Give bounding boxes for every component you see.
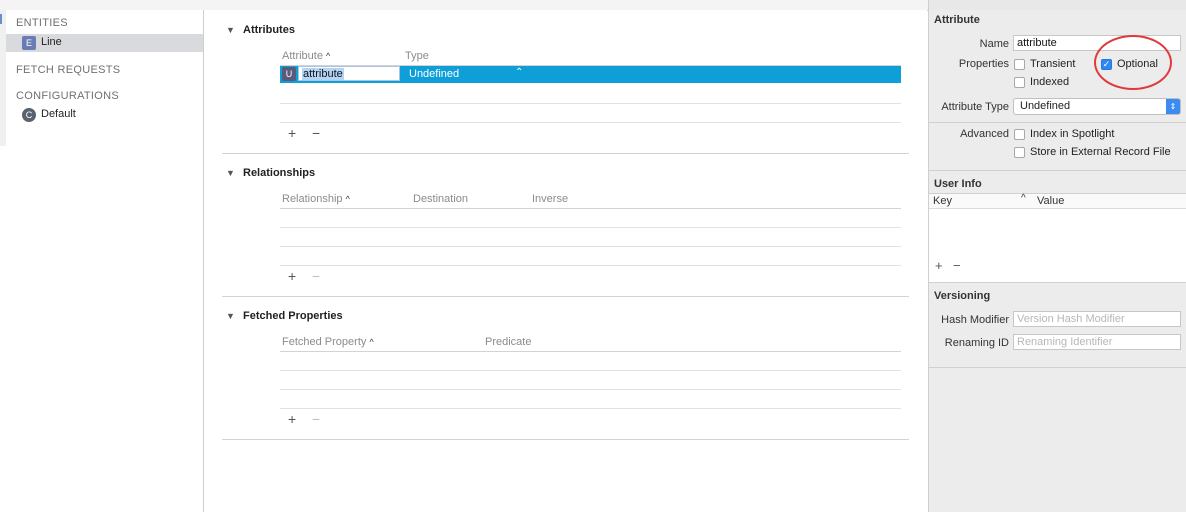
column-header-label: Fetched Property [282, 336, 367, 348]
fetched-properties-title: Fetched Properties [243, 310, 343, 322]
name-label: Name [979, 38, 1009, 50]
column-header-key[interactable]: Key [933, 195, 952, 207]
store-external-checkbox[interactable] [1014, 147, 1025, 158]
sort-ascending-icon: ^ [369, 337, 374, 347]
column-header-value[interactable]: Value [1037, 195, 1064, 207]
attribute-inspector-header: Attribute [934, 14, 980, 26]
transient-checkbox[interactable] [1014, 59, 1025, 70]
hash-modifier-label: Hash Modifier [941, 314, 1009, 326]
column-header-fetched-property[interactable]: Fetched Property ^ [282, 336, 374, 348]
undefined-type-icon: U [282, 67, 296, 81]
table-row[interactable]: U attribute Undefined ⌃ [280, 66, 901, 83]
entity-icon: E [22, 36, 36, 50]
inspector-divider [929, 122, 1186, 123]
section-divider [222, 153, 909, 154]
sidebar-item-line[interactable]: E Line [6, 34, 203, 52]
sidebar-item-default[interactable]: C Default [6, 106, 203, 124]
remove-fetched-property-button[interactable]: − [312, 411, 320, 427]
add-fetched-property-button[interactable]: + [288, 411, 296, 427]
configuration-icon: C [22, 108, 36, 122]
row-divider [280, 265, 901, 266]
chevron-updown-icon[interactable]: ⌃ [515, 67, 523, 78]
annotation-circle [1094, 35, 1172, 90]
renaming-id-label: Renaming ID [944, 337, 1009, 349]
sidebar-item-label: Default [41, 108, 76, 120]
fetch-requests-header: FETCH REQUESTS [16, 64, 121, 76]
relationships-disclosure-icon[interactable]: ▼ [226, 168, 235, 178]
row-divider [280, 103, 901, 104]
row-divider [280, 370, 901, 371]
remove-relationship-button[interactable]: − [312, 268, 320, 284]
attribute-type-label: Attribute Type [941, 101, 1009, 113]
attribute-name-value: attribute [302, 68, 344, 80]
versioning-header: Versioning [934, 290, 991, 302]
add-relationship-button[interactable]: + [288, 268, 296, 284]
entity-sidebar: ENTITIES E Line FETCH REQUESTS CONFIGURA… [6, 10, 204, 512]
inspector-divider [929, 170, 1186, 171]
attribute-name-input[interactable]: attribute [298, 66, 400, 81]
user-info-header: User Info [934, 178, 982, 190]
row-divider [280, 122, 901, 123]
entities-header: ENTITIES [16, 17, 68, 29]
library-area [929, 368, 1186, 512]
navigator-marker [0, 14, 2, 24]
row-divider [280, 246, 901, 247]
sort-ascending-icon: ^ [1021, 193, 1026, 204]
column-header-label: Attribute [282, 50, 323, 62]
user-info-table[interactable]: Key ^ Value [929, 193, 1186, 283]
store-external-label: Store in External Record File [1030, 146, 1171, 158]
index-spotlight-label: Index in Spotlight [1030, 128, 1115, 140]
transient-label: Transient [1030, 58, 1076, 70]
column-header-label: Relationship [282, 193, 343, 205]
attribute-type-value: Undefined [1020, 100, 1071, 112]
section-divider [222, 296, 909, 297]
remove-attribute-button[interactable]: − [312, 125, 320, 141]
add-user-info-button[interactable]: + [935, 258, 943, 273]
row-divider [280, 227, 901, 228]
add-attribute-button[interactable]: + [288, 125, 296, 141]
attribute-type-popup[interactable]: Undefined ⇕ [1013, 98, 1181, 115]
renaming-id-field[interactable]: Renaming Identifier [1013, 334, 1181, 350]
advanced-label: Advanced [960, 128, 1009, 140]
inspector-toolbar [929, 0, 1186, 10]
sort-ascending-icon: ^ [345, 194, 350, 204]
configurations-header: CONFIGURATIONS [16, 90, 119, 102]
fetched-disclosure-icon[interactable]: ▼ [226, 311, 235, 321]
sidebar-item-label: Line [41, 36, 62, 48]
chevron-updown-icon: ⇕ [1166, 99, 1180, 114]
column-header-type[interactable]: Type [405, 50, 429, 62]
header-divider [280, 208, 901, 209]
row-divider [280, 408, 901, 409]
sort-ascending-icon: ^ [326, 51, 331, 61]
hash-modifier-field[interactable]: Version Hash Modifier [1013, 311, 1181, 327]
column-header-relationship[interactable]: Relationship ^ [282, 193, 350, 205]
column-header-inverse[interactable]: Inverse [532, 193, 568, 205]
column-header-attribute[interactable]: Attribute ^ [282, 50, 330, 62]
column-header-predicate[interactable]: Predicate [485, 336, 531, 348]
indexed-label: Indexed [1030, 76, 1070, 88]
remove-user-info-button[interactable]: − [953, 258, 961, 273]
section-divider [222, 439, 909, 440]
header-divider [280, 351, 901, 352]
attribute-type-value[interactable]: Undefined [409, 68, 459, 80]
model-editor: ▼ Attributes Attribute ^ Type U attribut… [204, 10, 927, 512]
properties-label: Properties [958, 58, 1009, 70]
relationships-title: Relationships [243, 167, 316, 179]
row-divider [280, 389, 901, 390]
indexed-checkbox[interactable] [1014, 77, 1025, 88]
attributes-title: Attributes [243, 24, 295, 36]
column-header-destination[interactable]: Destination [413, 193, 468, 205]
index-spotlight-checkbox[interactable] [1014, 129, 1025, 140]
attributes-disclosure-icon[interactable]: ▼ [226, 25, 235, 35]
